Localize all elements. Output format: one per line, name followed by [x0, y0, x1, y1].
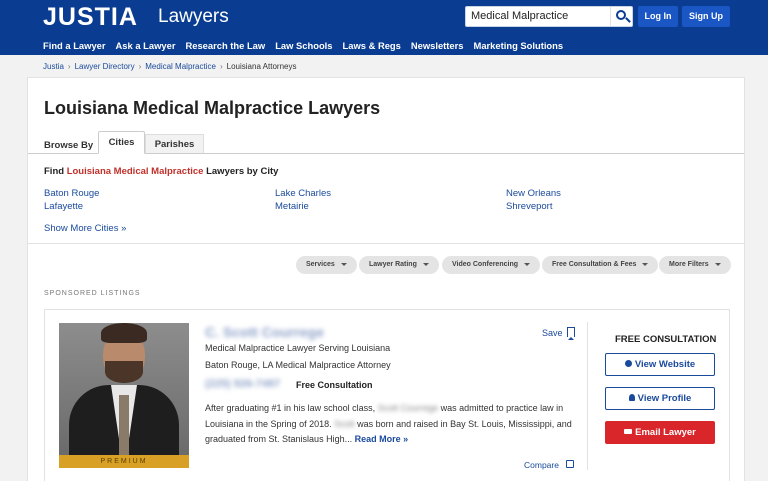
view-profile-button[interactable]: View Profile — [605, 387, 715, 410]
caret-down-icon — [524, 262, 530, 266]
city-link-lake-charles[interactable]: Lake Charles — [275, 188, 331, 199]
view-website-button[interactable]: View Website — [605, 353, 715, 376]
compare-label[interactable]: Compare — [524, 460, 559, 470]
photo-tie — [119, 395, 129, 455]
tab-cities[interactable]: Cities — [98, 131, 145, 154]
search-icon — [616, 10, 626, 20]
breadcrumb: Justia › Lawyer Directory › Medical Malpract… — [43, 62, 296, 71]
find-highlight: Louisiana Medical Malpractice — [66, 166, 204, 177]
city-link-baton-rouge[interactable]: Baton Rouge — [44, 188, 99, 199]
filter-label: Video Conferencing — [452, 261, 518, 268]
caret-down-icon — [642, 262, 649, 266]
sponsored-listings-label: SPONSORED LISTINGS — [44, 290, 141, 297]
nav-ask-a-lawyer[interactable]: Ask a Lawyer — [116, 40, 176, 51]
show-more-cities-link[interactable]: Show More Cities » — [44, 223, 126, 234]
bio-redacted-name: Scott — [334, 418, 355, 429]
filter-label: More Filters — [669, 261, 709, 268]
search-button[interactable] — [610, 7, 632, 26]
caret-down-icon — [340, 262, 347, 266]
breadcrumb-current: Louisiana Attorneys — [226, 62, 297, 71]
filter-label: Services — [306, 261, 335, 268]
read-more-link[interactable]: Read More » — [355, 434, 409, 444]
compare-checkbox[interactable] — [566, 460, 574, 468]
filter-more-filters[interactable]: More Filters — [659, 256, 731, 274]
bookmark-icon[interactable] — [567, 327, 575, 340]
find-prefix: Find — [44, 166, 67, 177]
free-consultation-title: FREE CONSULTATION — [615, 334, 717, 345]
nav-law-schools[interactable]: Law Schools — [275, 40, 332, 51]
login-button[interactable]: Log In — [638, 6, 678, 27]
bio-redacted-name: Scott Courrege — [377, 403, 439, 413]
breadcrumb-separator: › — [67, 62, 71, 71]
nav-laws-regs[interactable]: Laws & Regs — [343, 40, 401, 51]
main-card: Louisiana Medical Malpractice Lawyers Br… — [27, 77, 745, 481]
filter-services[interactable]: Services — [296, 256, 357, 274]
breadcrumb-medical-malpractice[interactable]: Medical Malpractice — [145, 62, 216, 71]
globe-icon — [624, 359, 632, 367]
lawyer-phone[interactable]: (225) 926-7487 — [205, 378, 280, 390]
lawyer-name[interactable]: C. Scott Courrege — [205, 324, 324, 340]
search-input-value[interactable]: Medical Malpractice — [471, 10, 568, 22]
photo-beard — [105, 361, 143, 383]
logo-subtitle[interactable]: Lawyers — [158, 6, 229, 28]
search-input[interactable]: Medical Malpractice — [465, 6, 633, 27]
section-divider — [28, 243, 744, 244]
bio-text: After graduating #1 in his law school cl… — [205, 403, 378, 413]
city-link-shreveport[interactable]: Shreveport — [506, 201, 552, 212]
nav-newsletters[interactable]: Newsletters — [411, 40, 464, 51]
lawyer-tagline: Medical Malpractice Lawyer Serving Louis… — [205, 343, 391, 353]
main-nav: Find a Lawyer Ask a Lawyer Research the … — [43, 40, 563, 51]
view-website-label: View Website — [634, 359, 696, 370]
save-button[interactable]: Save — [542, 328, 563, 338]
email-lawyer-button[interactable]: Email Lawyer — [605, 421, 715, 444]
signup-button[interactable]: Sign Up — [682, 6, 730, 27]
tab-parishes[interactable]: Parishes — [145, 134, 204, 154]
nav-find-a-lawyer[interactable]: Find a Lawyer — [43, 40, 106, 51]
page-title: Louisiana Medical Malpractice Lawyers — [44, 98, 381, 118]
person-icon — [628, 393, 635, 401]
lawyer-bio: After graduating #1 in his law school cl… — [205, 401, 575, 448]
nav-marketing-solutions[interactable]: Marketing Solutions — [474, 40, 564, 51]
city-link-lafayette[interactable]: Lafayette — [44, 201, 83, 212]
premium-badge: PREMIUM — [59, 455, 189, 468]
filter-lawyer-rating[interactable]: Lawyer Rating — [359, 256, 439, 274]
top-header: JUSTIA Lawyers Medical Malpractice Log I… — [0, 0, 768, 55]
filter-label: Lawyer Rating — [369, 261, 417, 268]
find-suffix: Lawyers by City — [203, 166, 279, 177]
view-profile-label: View Profile — [637, 393, 692, 404]
breadcrumb-separator: › — [219, 62, 223, 71]
envelope-icon — [624, 428, 633, 434]
listing-divider — [587, 322, 588, 470]
email-lawyer-label: Email Lawyer — [635, 427, 696, 438]
caret-down-icon — [714, 262, 721, 266]
filter-video-conferencing[interactable]: Video Conferencing — [442, 256, 540, 274]
breadcrumb-lawyer-directory[interactable]: Lawyer Directory — [75, 62, 135, 71]
browse-by-label: Browse By — [44, 140, 94, 151]
free-consultation-label: Free Consultation — [296, 380, 373, 390]
city-link-new-orleans[interactable]: New Orleans — [506, 188, 561, 199]
caret-down-icon — [422, 262, 429, 266]
filter-free-consultation-fees[interactable]: Free Consultation & Fees — [542, 256, 659, 274]
justia-logo[interactable]: JUSTIA — [43, 3, 138, 32]
nav-research-the-law[interactable]: Research the Law — [185, 40, 265, 51]
breadcrumb-separator: › — [138, 62, 142, 71]
city-link-metairie[interactable]: Metairie — [275, 201, 309, 212]
filter-label: Free Consultation & Fees — [552, 261, 637, 268]
lawyer-listing: PREMIUM C. Scott Courrege Save Medical M… — [44, 309, 730, 481]
breadcrumb-justia[interactable]: Justia — [43, 62, 64, 71]
find-heading: Find Louisiana Medical Malpractice Lawye… — [44, 166, 278, 177]
lawyer-location: Baton Rouge, LA Medical Malpractice Atto… — [205, 360, 391, 370]
photo-hair — [101, 323, 147, 343]
lawyer-photo[interactable] — [59, 323, 189, 455]
